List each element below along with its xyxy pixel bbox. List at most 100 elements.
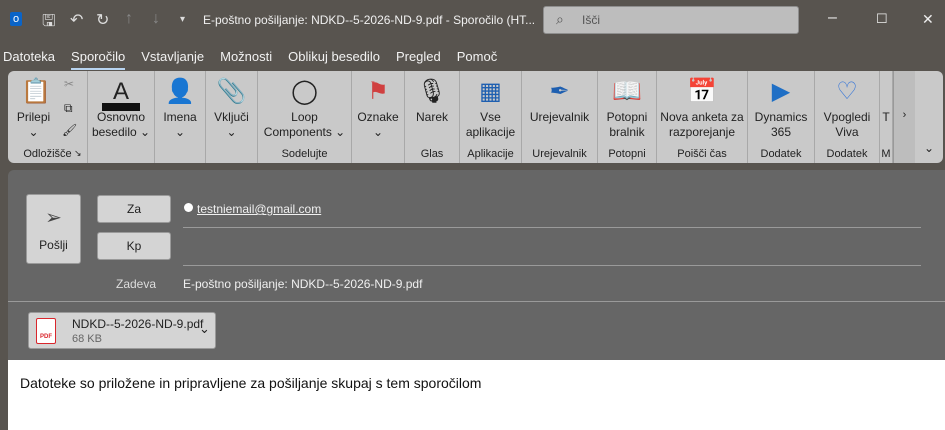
ribbon-button-loop[interactable]: ◯ Loop Components ⌄ Sodelujte (258, 71, 352, 163)
ribbon-button-label: Nova anketa za razporejanje (660, 110, 744, 139)
to-recipient[interactable]: testniemail@gmail.com (197, 202, 321, 216)
pdf-icon: PDF (36, 318, 56, 344)
redo-icon[interactable]: ↻ (96, 10, 109, 30)
tab-pregled[interactable]: Pregled (388, 48, 449, 70)
title-bar: o 🖫 ↶ ↻ ↑ ↓ ▾ E-poštno pošiljanje: NDKD-… (0, 0, 945, 40)
ribbon-button-label: Prilepi ⌄ (16, 110, 51, 139)
close-button[interactable]: ✕ (922, 11, 934, 28)
attachment-card[interactable]: PDF NDKD--5-2026-ND-9.pdf 68 KB ⌄ (28, 312, 216, 349)
ribbon-button-flag[interactable]: ⚑ Oznake ⌄ (352, 71, 405, 163)
maximize-button[interactable]: ☐ (876, 11, 888, 27)
tab-sporočilo[interactable]: Sporočilo (63, 48, 133, 70)
poll-calendar-icon: 📅 (687, 78, 717, 105)
cut-icon[interactable]: ✂ (64, 77, 74, 91)
ribbon-group-label: Urejevalnik (532, 148, 587, 160)
customize-icon[interactable]: ▾ (180, 14, 185, 25)
ribbon-group-label: Dodatek (826, 148, 868, 160)
attachment-size: 68 KB (72, 333, 102, 345)
ribbon-button-apps[interactable]: ▦ Vse aplikacije Aplikacije (460, 71, 522, 163)
up-arrow-icon[interactable]: ↑ (125, 10, 133, 28)
send-label: Pošlji (39, 238, 68, 252)
ribbon-scroll-right-button[interactable]: › (893, 71, 915, 163)
minimize-button[interactable]: – (828, 9, 837, 27)
ribbon-button-viva[interactable]: ♡ Vpogledi Viva Dodatek (815, 71, 880, 163)
ribbon-button-more[interactable]: T M (880, 71, 893, 163)
ribbon-button-address-book[interactable]: 👤 Imena ⌄ (155, 71, 206, 163)
down-arrow-icon[interactable]: ↓ (152, 10, 160, 28)
search-input[interactable]: ⌕ Išči (543, 6, 799, 34)
ribbon-group-label: Aplikacije (467, 148, 514, 160)
flag-icon: ⚑ (367, 78, 389, 105)
ribbon-tabs: Datoteka Sporočilo Vstavljanje Možnosti Obli… (0, 48, 505, 70)
dialog-launcher-icon[interactable]: ↘ (74, 148, 82, 159)
ribbon-button-font[interactable]: A Osnovno besedilo ⌄ (88, 71, 155, 163)
ribbon-button-label: Vpogledi Viva (823, 110, 871, 139)
ribbon-group-label: Potopni (608, 148, 646, 160)
font-icon: A (102, 77, 140, 111)
ribbon-button-label: Loop Components ⌄ (263, 110, 346, 139)
ribbon-button-label: Potopni bralnik (606, 110, 648, 139)
subject-input[interactable]: E-poštno pošiljanje: NDKD--5-2026-ND-9.p… (183, 277, 921, 291)
window-title: E-poštno pošiljanje: NDKD--5-2026-ND-9.p… (203, 13, 536, 27)
message-body[interactable]: Datoteke so priložene in pripravljene za… (8, 360, 945, 430)
ribbon-group-label: M (881, 148, 891, 160)
editor-icon: ✒ (549, 78, 570, 105)
ribbon-button-microphone[interactable]: 🎙 Narek Glas (405, 71, 460, 163)
immersive-reader-icon: 📖 (612, 78, 642, 105)
loop-icon: ◯ (291, 78, 318, 105)
paperclip-icon: 📎 (216, 78, 247, 105)
ribbon-button-label: T (882, 110, 890, 124)
body-text: Datoteke so priložene in pripravljene za… (20, 375, 482, 391)
ribbon-button-label: Narek (415, 110, 448, 124)
ribbon-button-label: Vključi ⌄ (214, 110, 249, 139)
cc-button[interactable]: Kp (97, 232, 171, 260)
dynamics-icon: ▶ (771, 78, 791, 105)
tab-vstavljanje[interactable]: Vstavljanje (133, 48, 212, 70)
paste-icon: 📋 (21, 78, 51, 105)
cc-input[interactable] (183, 232, 921, 262)
ribbon-button-label: Vse aplikacije (465, 110, 516, 139)
ribbon-button-label: Oznake ⌄ (357, 110, 399, 139)
subject-label: Zadeva (116, 277, 157, 291)
search-icon: ⌕ (556, 11, 564, 27)
search-placeholder: Išči (582, 13, 600, 27)
to-button[interactable]: Za (97, 195, 171, 223)
attachment-name: NDKD--5-2026-ND-9.pdf (72, 317, 204, 331)
undo-icon[interactable]: ↶ (70, 10, 83, 30)
ribbon-button-label: Osnovno besedilo ⌄ (91, 110, 151, 139)
tab-možnosti[interactable]: Možnosti (212, 48, 280, 70)
ribbon-group-label: Poišči čas (677, 148, 727, 160)
ribbon-button-label: Dynamics 365 (754, 110, 808, 139)
presence-icon (184, 203, 193, 212)
ribbon-button-dynamics[interactable]: ▶ Dynamics 365 Dodatek (748, 71, 815, 163)
send-button[interactable]: ➢ Pošlji (26, 194, 81, 264)
chevron-down-icon[interactable]: ⌄ (199, 321, 210, 337)
ribbon-group-label: Glas (420, 148, 444, 160)
compose-header: ➢ Pošlji Za Kp testniemail@gmail.com Zad… (8, 170, 945, 360)
ribbon-button-label: Imena ⌄ (163, 110, 197, 139)
to-field-underline (183, 227, 921, 228)
copy-icon[interactable]: ⧉ (64, 101, 73, 116)
address-book-icon: 👤 (165, 78, 195, 105)
tab-pomoč[interactable]: Pomoč (449, 48, 505, 70)
ribbon-button-poll-calendar[interactable]: 📅 Nova anketa za razporejanje Poišči čas (657, 71, 748, 163)
apps-icon: ▦ (479, 78, 502, 105)
outlook-icon: o (10, 12, 23, 26)
ribbon-button-editor[interactable]: ✒ Urejevalnik Urejevalnik (522, 71, 598, 163)
ribbon: 📋 Prilepi ⌄ Odložišče ✂ ⧉ 🖌 ↘ A Osnovno besedi… (8, 71, 893, 163)
tab-oblikuj besedilo[interactable]: Oblikuj besedilo (280, 48, 388, 70)
ribbon-button-label: Urejevalnik (529, 110, 590, 124)
ribbon-group-label: Dodatek (760, 148, 802, 160)
ribbon-button-paste[interactable]: 📋 Prilepi ⌄ Odložišče ✂ ⧉ 🖌 ↘ (8, 71, 88, 163)
format-painter-icon[interactable]: 🖌 (62, 123, 77, 137)
viva-icon: ♡ (836, 78, 858, 105)
divider (8, 301, 945, 302)
send-icon: ➢ (45, 207, 62, 229)
ribbon-button-paperclip[interactable]: 📎 Vključi ⌄ (206, 71, 258, 163)
ribbon-group-label: Sodelujte (281, 148, 328, 160)
microphone-icon: 🎙 (416, 78, 448, 105)
save-icon[interactable]: 🖫 (42, 10, 56, 37)
tab-datoteka[interactable]: Datoteka (0, 48, 63, 70)
ribbon-collapse-button[interactable]: ⌄ (915, 71, 943, 163)
ribbon-button-immersive-reader[interactable]: 📖 Potopni bralnik Potopni (598, 71, 657, 163)
